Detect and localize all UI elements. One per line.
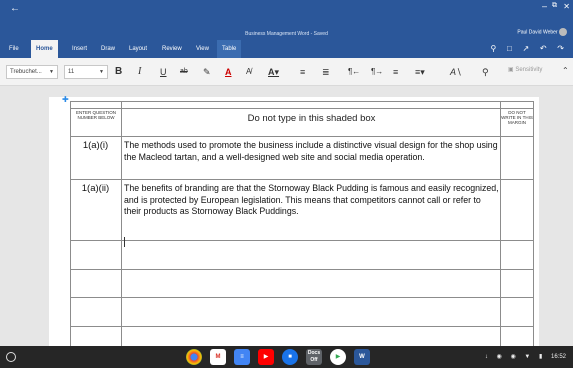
- user-account[interactable]: Paul David Weber: [517, 28, 567, 36]
- tab-review[interactable]: Review: [157, 40, 187, 58]
- table-rule: [70, 297, 533, 298]
- ribbon-tabs: File Home Insert Draw Layout Review View…: [0, 28, 573, 58]
- document-canvas[interactable]: ✚ ENTER QUESTION NUMBER BELOW Do not typ…: [0, 86, 573, 346]
- bullets-icon[interactable]: ≡: [300, 66, 305, 78]
- redo-icon[interactable]: ↷: [557, 44, 564, 53]
- tab-table[interactable]: Table: [217, 40, 242, 58]
- text-cursor: [124, 237, 125, 247]
- word-icon[interactable]: W: [354, 349, 370, 365]
- sensitivity-label: Sensitivity: [515, 67, 543, 73]
- shaded-box-header: Do not type in this shaded box: [247, 113, 376, 124]
- table-rule: [70, 240, 533, 241]
- document-title: Business Management Word - Saved: [245, 31, 328, 37]
- minimize-icon[interactable]: –: [542, 1, 547, 11]
- maximize-icon[interactable]: ⧉: [552, 2, 557, 10]
- tab-view[interactable]: View: [191, 40, 214, 58]
- avatar[interactable]: [559, 28, 567, 36]
- back-arrow-icon[interactable]: ←: [10, 3, 20, 14]
- question-number-header: ENTER QUESTION NUMBER BELOW: [75, 110, 116, 120]
- font-name-select[interactable]: Trebuchet... ▼: [6, 65, 58, 79]
- collapse-ribbon-icon[interactable]: ⌃: [562, 66, 569, 75]
- notification-icon[interactable]: ◉: [510, 354, 515, 360]
- numbering-icon[interactable]: ≣: [322, 66, 330, 78]
- table-rule: [121, 101, 122, 346]
- table-rule: [70, 101, 71, 346]
- tab-file[interactable]: File: [4, 40, 24, 58]
- find-icon[interactable]: ⚲: [482, 66, 489, 78]
- align-icon[interactable]: ≡: [393, 66, 398, 78]
- table-rule: [500, 101, 501, 346]
- wifi-icon: ▼: [524, 354, 531, 360]
- tab-insert[interactable]: Insert: [67, 40, 92, 58]
- sync-icon[interactable]: ◉: [497, 354, 502, 360]
- chevron-down-icon[interactable]: ▼: [49, 66, 54, 78]
- home-toolbar: Trebuchet... ▼ 11 ▼ B I U ab ✎ A A̸ A▾ ≡…: [0, 58, 573, 86]
- highlighter-icon[interactable]: ✎: [203, 66, 211, 78]
- title-bar: ← Business Management Word - Saved – ⧉ ✕: [0, 0, 573, 40]
- font-size-value: 11: [68, 69, 75, 75]
- strikethrough-icon[interactable]: ab: [180, 66, 188, 78]
- battery-icon: ▮: [539, 354, 543, 360]
- font-color-icon[interactable]: A: [225, 66, 232, 78]
- download-icon[interactable]: ↓: [485, 354, 488, 360]
- user-name: Paul David Weber: [517, 29, 558, 36]
- docs-offline-icon[interactable]: Docs Off: [306, 349, 322, 365]
- table-rule: [533, 101, 534, 346]
- tab-home[interactable]: Home: [31, 40, 58, 58]
- rtl-direction-icon[interactable]: ¶→: [371, 66, 383, 78]
- font-name-value: Trebuchet...: [10, 69, 42, 75]
- bold-icon[interactable]: B: [115, 66, 122, 78]
- docs-icon[interactable]: ≡: [234, 349, 250, 365]
- table-rule: [70, 269, 533, 270]
- youtube-icon[interactable]: ▶: [258, 349, 274, 365]
- font-size-select[interactable]: 11 ▼: [64, 65, 108, 79]
- ribbon-right-tools: ⚲ □ ↗ ↶ ↷: [491, 40, 573, 58]
- files-icon[interactable]: ■: [282, 349, 298, 365]
- styles-icon[interactable]: A∖: [450, 66, 462, 78]
- table-rule: [70, 101, 533, 102]
- question-number[interactable]: 1(a)(i): [70, 140, 121, 151]
- comments-icon[interactable]: □: [507, 44, 512, 53]
- share-icon[interactable]: ↗: [523, 44, 530, 53]
- table-rule: [70, 326, 533, 327]
- chrome-icon[interactable]: [186, 349, 202, 365]
- italic-icon[interactable]: I: [138, 66, 141, 78]
- launcher-icon[interactable]: [6, 352, 16, 362]
- lightbulb-icon[interactable]: ⚲: [491, 44, 497, 53]
- line-spacing-icon[interactable]: ≡▾: [415, 66, 425, 78]
- table-move-handle-icon[interactable]: ✚: [62, 95, 69, 104]
- text-effects-icon[interactable]: A▾: [268, 66, 279, 78]
- table-rule: [70, 136, 533, 137]
- underline-icon[interactable]: U: [160, 66, 167, 78]
- clear-formatting-icon[interactable]: A̸: [246, 66, 251, 78]
- ltr-direction-icon[interactable]: ¶←: [348, 66, 360, 78]
- table-rule: [70, 108, 533, 109]
- os-shelf: M ≡ ▶ ■ Docs Off ▶ W ↓ ◉ ◉ ▼ ▮ 16:52: [0, 346, 573, 368]
- play-store-icon[interactable]: ▶: [330, 349, 346, 365]
- sensitivity-button[interactable]: ▣ Sensitivity: [508, 66, 542, 73]
- answer-text[interactable]: The methods used to promote the business…: [124, 140, 500, 163]
- answer-text[interactable]: The benefits of branding are that the St…: [124, 183, 500, 218]
- undo-icon[interactable]: ↶: [540, 44, 547, 53]
- tab-layout[interactable]: Layout: [124, 40, 152, 58]
- clock[interactable]: 16:52: [551, 354, 566, 360]
- gmail-icon[interactable]: M: [210, 349, 226, 365]
- status-tray[interactable]: ↓ ◉ ◉ ▼ ▮ 16:52: [485, 346, 573, 368]
- document-page[interactable]: ✚ ENTER QUESTION NUMBER BELOW Do not typ…: [49, 95, 539, 346]
- chevron-down-icon[interactable]: ▼: [99, 66, 104, 78]
- margin-header: DO NOT WRITE IN THIS MARGIN: [501, 110, 533, 125]
- tab-draw[interactable]: Draw: [96, 40, 120, 58]
- close-icon[interactable]: ✕: [563, 2, 570, 11]
- table-rule: [70, 179, 533, 180]
- question-number[interactable]: 1(a)(ii): [70, 183, 121, 194]
